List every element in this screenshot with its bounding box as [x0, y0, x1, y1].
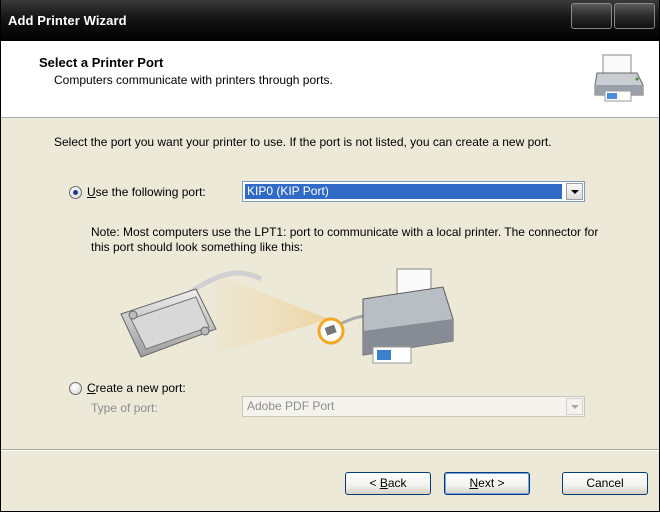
- port-type-select: Adobe PDF Port: [242, 396, 585, 417]
- use-port-radio[interactable]: [69, 185, 82, 199]
- highlight-beam: [216, 274, 329, 354]
- create-new-port-option[interactable]: Create a new port:: [69, 381, 186, 395]
- use-port-label[interactable]: Use the following port:: [87, 185, 206, 199]
- window-controls: [571, 3, 655, 29]
- port-type-dropdown-arrow-icon: [566, 398, 583, 415]
- title-bar[interactable]: Add Printer Wizard: [1, 0, 659, 41]
- create-port-radio[interactable]: [69, 381, 82, 395]
- lpt-connector-illustration: [120, 268, 454, 364]
- page-title: Select a Printer Port: [39, 55, 164, 70]
- cancel-button[interactable]: Cancel: [562, 472, 648, 495]
- footer-divider: [1, 449, 659, 451]
- port-select-value: KIP0 (KIP Port): [244, 183, 563, 200]
- create-port-label[interactable]: Create a new port:: [87, 381, 186, 395]
- port-note-text: Note: Most computers use the LPT1: port …: [91, 225, 599, 254]
- next-button[interactable]: Next >: [444, 472, 530, 495]
- add-printer-wizard-window: Add Printer Wizard Select a Printer Port…: [0, 0, 660, 512]
- wizard-content: Select the port you want your printer to…: [1, 119, 659, 449]
- page-subtitle: Computers communicate with printers thro…: [54, 73, 333, 87]
- port-select[interactable]: KIP0 (KIP Port): [242, 181, 585, 202]
- printer-icon: [594, 54, 644, 102]
- wizard-header: Select a Printer Port Computers communic…: [1, 41, 659, 118]
- use-following-port-option[interactable]: Use the following port:: [69, 185, 206, 199]
- port-dropdown-arrow-icon[interactable]: [566, 183, 583, 200]
- close-button[interactable]: [614, 3, 655, 29]
- type-of-port-label: Type of port:: [91, 401, 158, 415]
- port-type-value: Adobe PDF Port: [247, 399, 335, 413]
- minimize-button[interactable]: [571, 3, 612, 29]
- window-title: Add Printer Wizard: [8, 13, 127, 28]
- intro-text: Select the port you want your printer to…: [54, 135, 552, 149]
- back-button[interactable]: < Back: [345, 472, 431, 495]
